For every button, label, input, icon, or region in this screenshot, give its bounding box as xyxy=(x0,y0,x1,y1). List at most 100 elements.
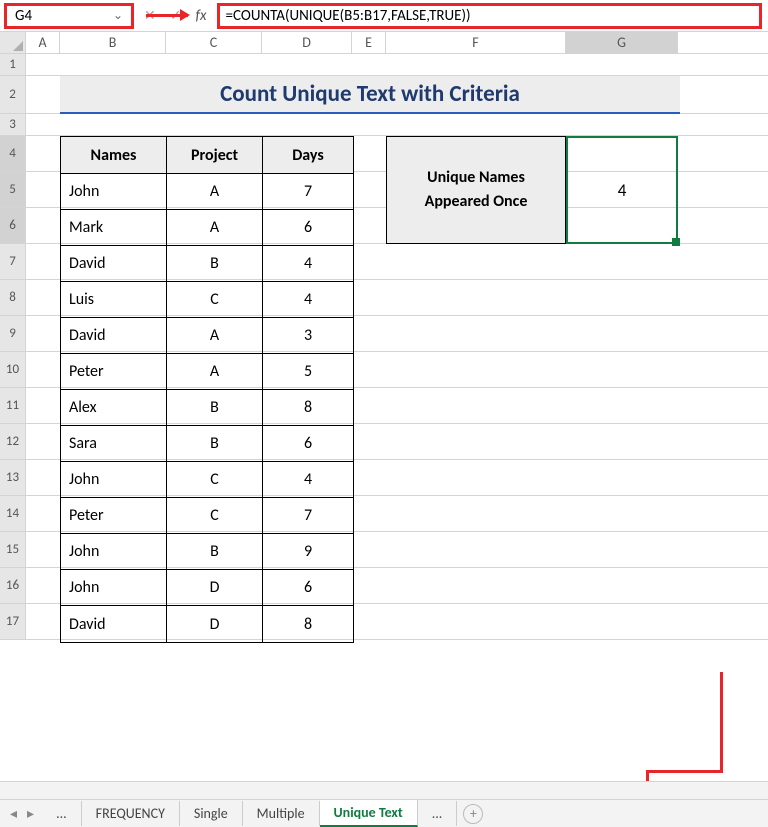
cell-days[interactable]: 4 xyxy=(263,246,353,281)
row-header[interactable]: 16 xyxy=(0,568,26,603)
cell-project[interactable]: C xyxy=(167,498,263,533)
cell-project[interactable]: C xyxy=(167,462,263,497)
cell-days[interactable]: 6 xyxy=(263,426,353,461)
table-row: PeterC7 xyxy=(61,498,353,534)
col-header[interactable]: F xyxy=(386,32,566,53)
row-header[interactable]: 6 xyxy=(0,208,26,243)
tab-frequency[interactable]: FREQUENCY xyxy=(82,801,180,826)
select-all-triangle[interactable] xyxy=(0,32,26,54)
row-header[interactable]: 10 xyxy=(0,352,26,387)
row-header[interactable]: 9 xyxy=(0,316,26,351)
new-sheet-button[interactable]: + xyxy=(463,804,483,824)
result-box: Unique Names Appeared Once 4 xyxy=(386,136,678,244)
cell-name[interactable]: Alex xyxy=(61,390,167,425)
cell-name[interactable]: John xyxy=(61,534,167,569)
cell-project[interactable]: B xyxy=(167,246,263,281)
tab-single[interactable]: Single xyxy=(180,801,243,826)
cell-project[interactable]: B xyxy=(167,426,263,461)
col-header[interactable]: D xyxy=(262,32,352,53)
formula-text: =COUNTA(UNIQUE(B5:B17,FALSE,TRUE)) xyxy=(226,7,471,25)
formula-input[interactable]: =COUNTA(UNIQUE(B5:B17,FALSE,TRUE)) xyxy=(217,3,762,29)
cell-days[interactable]: 8 xyxy=(263,390,353,425)
cell-name[interactable]: Peter xyxy=(61,354,167,389)
cell-days[interactable]: 4 xyxy=(263,282,353,317)
cell-name[interactable]: David xyxy=(61,606,167,642)
table-row: JohnD6 xyxy=(61,570,353,606)
cell-days[interactable]: 4 xyxy=(263,462,353,497)
table-row: PeterA5 xyxy=(61,354,353,390)
col-header[interactable]: G xyxy=(566,32,678,53)
cell-days[interactable]: 9 xyxy=(263,534,353,569)
col-header[interactable]: A xyxy=(26,32,60,53)
page-title-text: Count Unique Text with Criteria xyxy=(220,80,520,108)
cell-project[interactable]: C xyxy=(167,282,263,317)
tab-unique-text[interactable]: Unique Text xyxy=(320,800,418,827)
cell-project[interactable]: D xyxy=(167,570,263,605)
row-header[interactable]: 5 xyxy=(0,172,26,207)
cell-project[interactable]: B xyxy=(167,390,263,425)
table-row: AlexB8 xyxy=(61,390,353,426)
row-header[interactable]: 13 xyxy=(0,460,26,495)
table-row: LuisC4 xyxy=(61,282,353,318)
cell-project[interactable]: A xyxy=(167,318,263,353)
cell-project[interactable]: A xyxy=(167,354,263,389)
col-days: Days xyxy=(263,137,353,173)
worksheet-grid: A B C D E F G 1 2 3 4 5 6 7 8 9 10 11 12… xyxy=(0,32,768,640)
cell-project[interactable]: B xyxy=(167,534,263,569)
cell-name[interactable]: Mark xyxy=(61,210,167,245)
cell-days[interactable]: 7 xyxy=(263,498,353,533)
row-header[interactable]: 11 xyxy=(0,388,26,423)
row-header[interactable]: 1 xyxy=(0,54,26,75)
row-header[interactable]: 17 xyxy=(0,604,26,639)
result-value: 4 xyxy=(618,180,627,201)
col-header[interactable]: E xyxy=(352,32,386,53)
cell-project[interactable]: A xyxy=(167,174,263,209)
cell-name[interactable]: John xyxy=(61,462,167,497)
row-header[interactable]: 3 xyxy=(0,114,26,135)
tab-ellipsis-right[interactable]: ... xyxy=(418,801,458,826)
table-row: DavidD8 xyxy=(61,606,353,642)
row-header[interactable]: 15 xyxy=(0,532,26,567)
tab-prev-icon[interactable]: ◂ xyxy=(10,805,17,822)
chevron-down-icon[interactable]: ⌄ xyxy=(113,8,123,23)
cell-name[interactable]: Sara xyxy=(61,426,167,461)
cell-days[interactable]: 6 xyxy=(263,570,353,605)
plus-icon: + xyxy=(470,805,477,822)
cell-days[interactable]: 7 xyxy=(263,174,353,209)
active-cell[interactable]: 4 xyxy=(566,136,678,244)
fx-icon[interactable]: fx xyxy=(195,7,206,25)
col-header[interactable]: B xyxy=(60,32,166,53)
result-label: Unique Names Appeared Once xyxy=(386,136,566,244)
table-row: JohnC4 xyxy=(61,462,353,498)
row-header[interactable]: 12 xyxy=(0,424,26,459)
cell-days[interactable]: 3 xyxy=(263,318,353,353)
row-header[interactable]: 2 xyxy=(0,76,26,113)
cell-name[interactable]: David xyxy=(61,246,167,281)
cell-project[interactable]: D xyxy=(167,606,263,642)
row-header[interactable]: 7 xyxy=(0,244,26,279)
name-box[interactable]: G4 ⌄ xyxy=(4,3,134,29)
col-header[interactable]: C xyxy=(166,32,262,53)
cell-name[interactable]: Peter xyxy=(61,498,167,533)
tab-multiple[interactable]: Multiple xyxy=(243,801,320,826)
cell-days[interactable]: 5 xyxy=(263,354,353,389)
rows: 1 2 3 4 5 6 7 8 9 10 11 12 13 14 15 16 1… xyxy=(0,54,768,640)
table-header-row: Names Project Days xyxy=(61,137,353,174)
cell-project[interactable]: A xyxy=(167,210,263,245)
cell-name[interactable]: David xyxy=(61,318,167,353)
tab-ellipsis[interactable]: ... xyxy=(42,801,82,826)
cell-name[interactable]: John xyxy=(61,174,167,209)
cell-name[interactable]: John xyxy=(61,570,167,605)
annotation-arrow xyxy=(146,14,188,17)
cell-name[interactable]: Luis xyxy=(61,282,167,317)
row-header[interactable]: 4 xyxy=(0,136,26,171)
horizontal-scrollbar[interactable] xyxy=(0,781,768,799)
data-table: Names Project Days JohnA7MarkA6DavidB4Lu… xyxy=(60,136,354,643)
row-header[interactable]: 8 xyxy=(0,280,26,315)
sheet-tab-strip: ◂ ▸ ... FREQUENCY Single Multiple Unique… xyxy=(0,799,768,827)
tab-next-icon[interactable]: ▸ xyxy=(27,805,34,822)
cell-days[interactable]: 8 xyxy=(263,606,353,642)
row-header[interactable]: 14 xyxy=(0,496,26,531)
cell-days[interactable]: 6 xyxy=(263,210,353,245)
tab-nav: ◂ ▸ xyxy=(10,805,42,822)
